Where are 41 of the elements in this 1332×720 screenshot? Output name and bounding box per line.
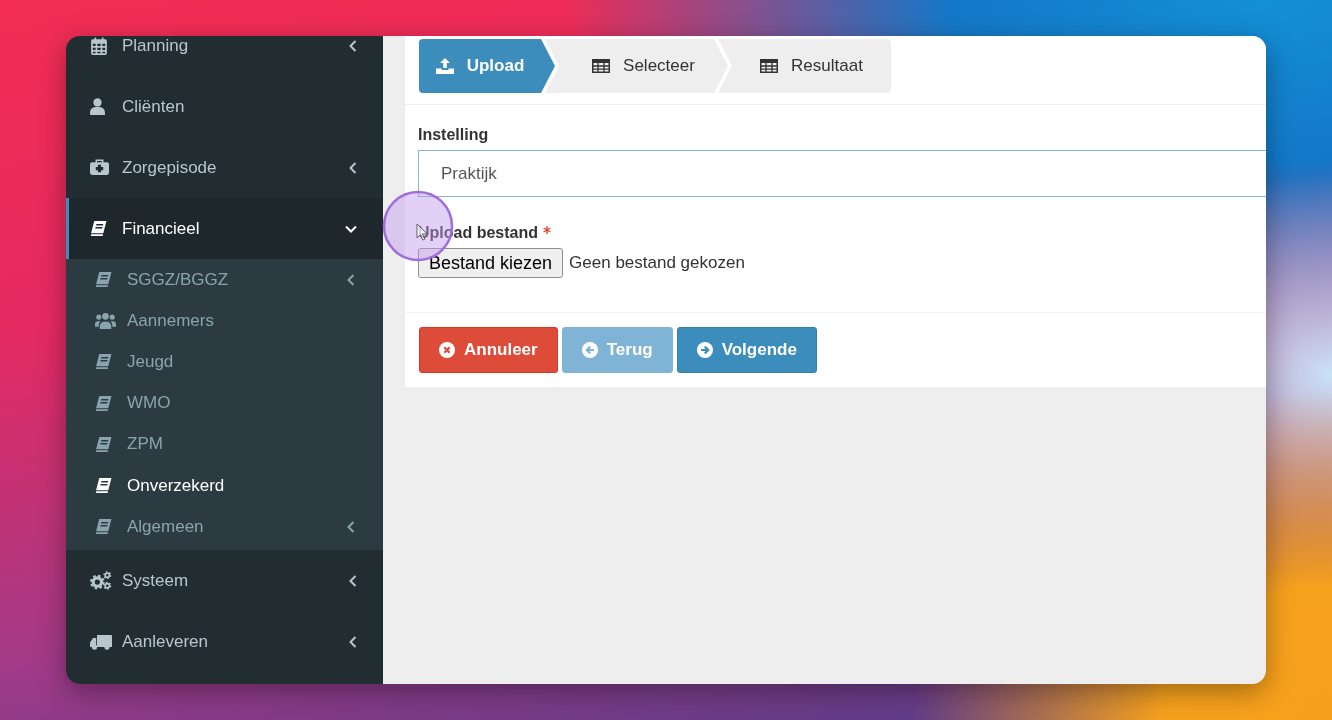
- book-icon: [95, 394, 112, 412]
- upload-icon: [435, 58, 454, 74]
- book-icon: [95, 477, 112, 495]
- submenu-item[interactable]: WMO: [66, 382, 383, 424]
- book-icon: [90, 220, 107, 237]
- book-icon: [95, 271, 112, 289]
- arrow-right-circle-icon: [696, 342, 713, 358]
- calendar-icon: [90, 36, 108, 55]
- medkit-icon: [90, 159, 109, 176]
- field-label: Instelling: [418, 125, 489, 145]
- choose-file-button[interactable]: Bestand kiezen: [418, 248, 564, 278]
- submenu-item[interactable]: Algemeen: [66, 506, 383, 548]
- book-icon: [95, 353, 112, 371]
- wizard-step-tab[interactable]: Selecteer: [545, 39, 728, 93]
- user-icon: [90, 98, 105, 115]
- table-icon: [760, 59, 779, 73]
- sidebar-item[interactable]: Planning: [66, 36, 383, 76]
- submenu-item[interactable]: Onverzekerd: [66, 464, 383, 507]
- truck-icon: [90, 633, 112, 650]
- book-icon: [95, 518, 112, 536]
- select-field[interactable]: Praktijk: [418, 150, 1266, 197]
- sidebar-item[interactable]: Systeem: [66, 550, 383, 612]
- submenu-item[interactable]: Jeugd: [66, 341, 383, 383]
- gears-icon: [90, 571, 112, 591]
- sidebar-item[interactable]: Financieel: [66, 198, 383, 259]
- wizard-step-tab[interactable]: Resultaat: [718, 39, 891, 93]
- close-circle-icon: [439, 342, 455, 358]
- submenu-item[interactable]: ZPM: [66, 423, 383, 465]
- cancel-button[interactable]: Annuleer: [419, 327, 558, 373]
- file-status-text: Geen bestand gekozen: [569, 253, 745, 273]
- table-icon: [592, 59, 611, 73]
- wizard-step-tab[interactable]: Upload: [419, 39, 555, 93]
- next-button[interactable]: Volgende: [676, 327, 817, 373]
- sidebar-item[interactable]: Zorgepisode: [66, 137, 383, 198]
- sidebar-item[interactable]: Aanleveren: [66, 611, 383, 673]
- submenu-item[interactable]: Aannemers: [66, 300, 383, 342]
- submenu-item[interactable]: SGGZ/BGGZ: [66, 259, 383, 301]
- users-icon: [95, 312, 116, 330]
- sidebar-item[interactable]: Cliënten: [66, 76, 383, 137]
- arrow-left-circle-icon: [581, 342, 598, 358]
- book-icon: [95, 435, 112, 453]
